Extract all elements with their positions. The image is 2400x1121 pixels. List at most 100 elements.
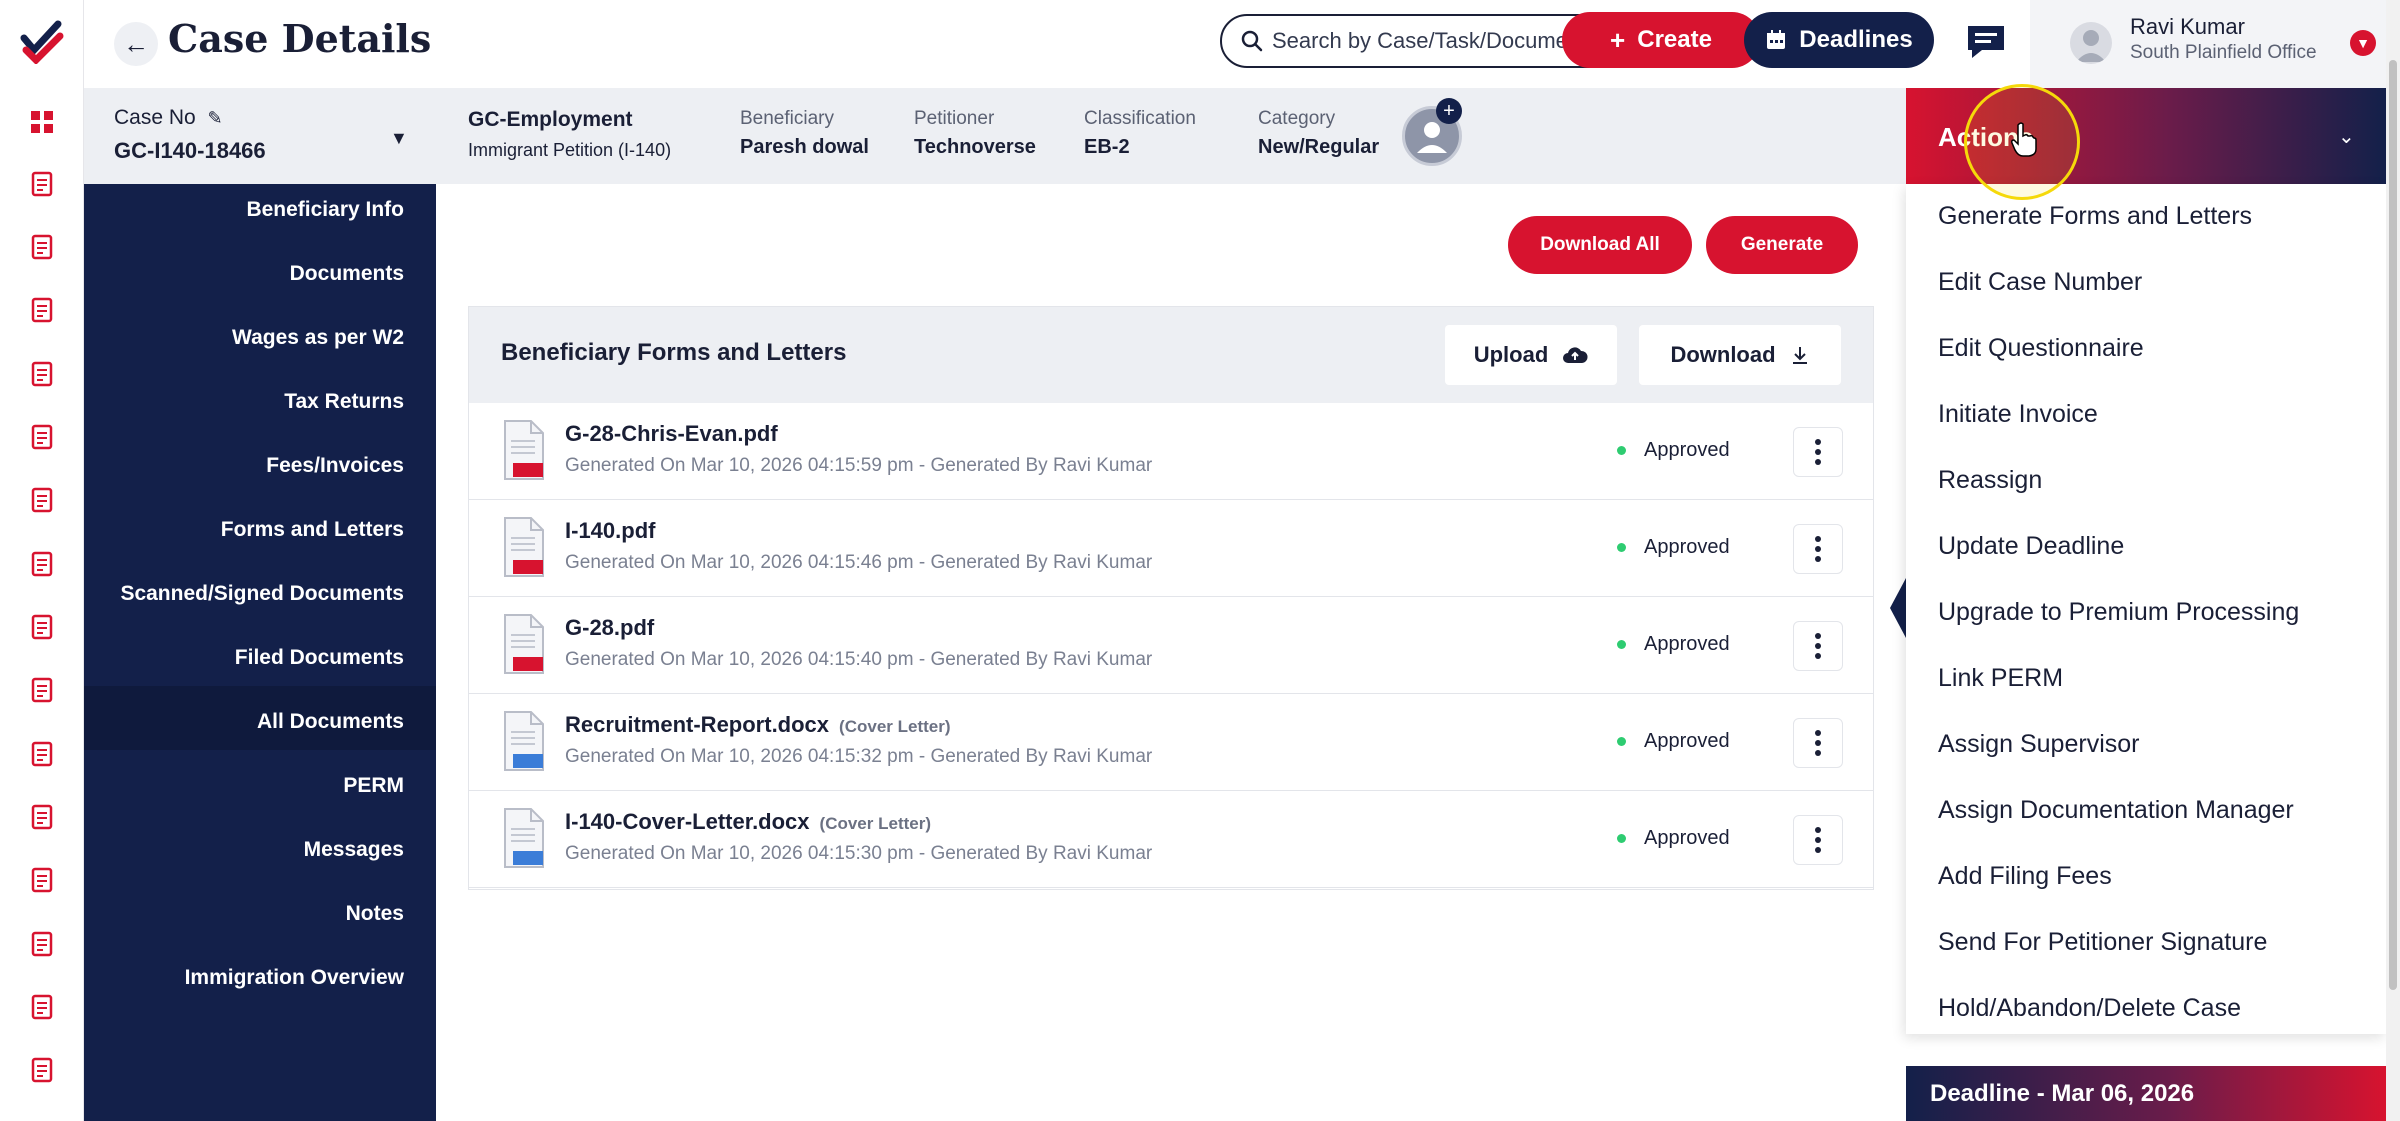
- page-scrollbar[interactable]: [2386, 0, 2400, 1121]
- table-row[interactable]: G-28.pdf Generated On Mar 10, 2026 04:15:…: [469, 597, 1873, 694]
- search-input[interactable]: [1272, 28, 1612, 54]
- forms-icon[interactable]: [20, 225, 64, 269]
- file-name[interactable]: G-28.pdf: [565, 615, 664, 641]
- icon-rail: [0, 0, 84, 1121]
- report-icon[interactable]: [20, 1048, 64, 1092]
- forms-letters-panel: Beneficiary Forms and Letters Upload Dow…: [468, 306, 1874, 890]
- caret-down-icon[interactable]: ▼: [390, 128, 408, 149]
- sidebar-item-all-documents[interactable]: All Documents: [257, 710, 404, 734]
- chat-icon[interactable]: [20, 415, 64, 459]
- more-options-icon[interactable]: [1793, 815, 1843, 865]
- sidebar-item-messages[interactable]: Messages: [304, 838, 404, 862]
- sidebar-item-immigration-overview[interactable]: Immigration Overview: [185, 966, 404, 990]
- users-icon[interactable]: [20, 795, 64, 839]
- doc-file-icon: [504, 711, 544, 771]
- menu-item-edit-case-number[interactable]: Edit Case Number: [1938, 268, 2142, 297]
- more-options-icon[interactable]: [1793, 718, 1843, 768]
- file-name[interactable]: I-140-Cover-Letter.docx (Cover Letter): [565, 809, 931, 835]
- chevron-down-icon[interactable]: ▼: [2350, 30, 2376, 56]
- sidebar-item-tax-returns[interactable]: Tax Returns: [284, 390, 404, 414]
- search-icon: [1241, 30, 1263, 52]
- menu-item-assign-documentation-manager[interactable]: Assign Documentation Manager: [1938, 796, 2294, 825]
- clipboard-icon[interactable]: [20, 668, 64, 712]
- status-dot: [1617, 640, 1626, 649]
- case-type: GC-Employment Immigrant Petition (I-140): [468, 108, 671, 161]
- user-menu[interactable]: Ravi Kumar South Plainfield Office ▼: [2030, 0, 2400, 88]
- sidebar-item-filed-documents[interactable]: Filed Documents: [235, 646, 404, 670]
- menu-item-add-filing-fees[interactable]: Add Filing Fees: [1938, 862, 2112, 891]
- edit-list-icon[interactable]: [20, 542, 64, 586]
- download-button[interactable]: Download: [1639, 325, 1841, 385]
- file-meta: Generated On Mar 10, 2026 04:15:40 pm - …: [565, 649, 1153, 670]
- file-name-text: I-140.pdf: [565, 518, 656, 543]
- file-name-text: I-140-Cover-Letter.docx: [565, 809, 810, 834]
- menu-item-update-deadline[interactable]: Update Deadline: [1938, 532, 2124, 561]
- menu-item-generate-forms-and-letters[interactable]: Generate Forms and Letters: [1938, 202, 2252, 231]
- deadlines-button[interactable]: Deadlines: [1744, 12, 1934, 68]
- table-row[interactable]: Recruitment-Report.docx (Cover Letter) Gen…: [469, 694, 1873, 791]
- more-options-icon[interactable]: [1793, 427, 1843, 477]
- sidebar-item-beneficiary-info[interactable]: Beneficiary Info: [246, 198, 404, 222]
- table-row[interactable]: I-140.pdf Generated On Mar 10, 2026 04:15…: [469, 500, 1873, 597]
- menu-item-assign-supervisor[interactable]: Assign Supervisor: [1938, 730, 2139, 759]
- sidebar-item-scanned-signed-documents[interactable]: Scanned/Signed Documents: [120, 582, 404, 606]
- file-name[interactable]: Recruitment-Report.docx (Cover Letter): [565, 712, 951, 738]
- notes-icon[interactable]: [20, 922, 64, 966]
- status-dot: [1617, 737, 1626, 746]
- menu-item-initiate-invoice[interactable]: Initiate Invoice: [1938, 400, 2098, 429]
- menu-item-hold-abandon-delete-case[interactable]: Hold/Abandon/Delete Case: [1938, 994, 2241, 1023]
- app-logo-icon[interactable]: [18, 16, 66, 64]
- case-number-selector[interactable]: Case No ✎ GC-I140-18466 ▼: [84, 88, 424, 184]
- sidebar-item-notes[interactable]: Notes: [346, 902, 404, 926]
- panel-collapse-tab[interactable]: [1890, 578, 1906, 638]
- classification-label: Classification: [1084, 108, 1196, 129]
- ledger-icon[interactable]: [20, 478, 64, 522]
- actions-dropdown-header[interactable]: Actions ⌄: [1906, 88, 2386, 184]
- billing-icon[interactable]: [20, 605, 64, 649]
- menu-item-edit-questionnaire[interactable]: Edit Questionnaire: [1938, 334, 2144, 363]
- back-arrow-icon[interactable]: ←: [114, 22, 158, 66]
- contact-icon[interactable]: [20, 985, 64, 1029]
- sidebar-item-fees-invoices[interactable]: Fees/Invoices: [266, 454, 404, 478]
- category-value: New/Regular: [1258, 136, 1380, 158]
- case-info-bar: Case No ✎ GC-I140-18466 ▼ GC-Employment …: [84, 88, 1906, 184]
- beneficiary-value: Paresh dowal: [740, 136, 869, 158]
- doc-file-icon: [504, 808, 544, 868]
- menu-item-upgrade-to-premium-processing[interactable]: Upgrade to Premium Processing: [1938, 598, 2299, 627]
- scrollbar-thumb[interactable]: [2389, 60, 2397, 990]
- menu-item-reassign[interactable]: Reassign: [1938, 466, 2042, 495]
- user-office: South Plainfield Office: [2130, 42, 2317, 63]
- table-row[interactable]: G-28-Chris-Evan.pdf Generated On Mar 10, …: [469, 403, 1873, 500]
- menu-item-send-for-petitioner-signature[interactable]: Send For Petitioner Signature: [1938, 928, 2267, 957]
- sidebar-item-wages-as-per-w2[interactable]: Wages as per W2: [232, 326, 404, 350]
- sidebar-item-perm[interactable]: PERM: [343, 774, 404, 798]
- download-label: Download: [1670, 342, 1776, 367]
- folder-icon[interactable]: [20, 858, 64, 902]
- upload-button[interactable]: Upload: [1445, 325, 1617, 385]
- add-assignee-icon[interactable]: +: [1436, 98, 1462, 124]
- download-all-button[interactable]: Download All: [1508, 216, 1692, 274]
- beneficiary-field: Beneficiary Paresh dowal: [740, 108, 869, 159]
- create-label: Create: [1637, 26, 1712, 53]
- file-name[interactable]: G-28-Chris-Evan.pdf: [565, 421, 788, 447]
- table-row[interactable]: I-140-Cover-Letter.docx (Cover Letter) Gen…: [469, 791, 1873, 888]
- menu-item-link-perm[interactable]: Link PERM: [1938, 664, 2063, 693]
- sidebar-item-documents[interactable]: Documents: [290, 262, 404, 286]
- user-icon[interactable]: [20, 732, 64, 776]
- file-name[interactable]: I-140.pdf: [565, 518, 665, 544]
- plus-icon: +: [1610, 25, 1626, 55]
- dashboard-icon[interactable]: [20, 100, 64, 144]
- generate-button[interactable]: Generate: [1706, 216, 1858, 274]
- more-options-icon[interactable]: [1793, 524, 1843, 574]
- calendar-icon: [1767, 30, 1786, 49]
- messages-icon[interactable]: [1962, 20, 2010, 64]
- status-dot: [1617, 446, 1626, 455]
- sidebar-item-forms-and-letters[interactable]: Forms and Letters: [221, 518, 404, 542]
- docs-check-icon[interactable]: [20, 352, 64, 396]
- edit-pencil-icon[interactable]: ✎: [208, 108, 223, 128]
- create-button[interactable]: + Create: [1562, 12, 1760, 68]
- cases-icon[interactable]: [20, 162, 64, 206]
- more-options-icon[interactable]: [1793, 621, 1843, 671]
- status-badge: Approved: [1617, 439, 1730, 462]
- calendar-icon[interactable]: [20, 288, 64, 332]
